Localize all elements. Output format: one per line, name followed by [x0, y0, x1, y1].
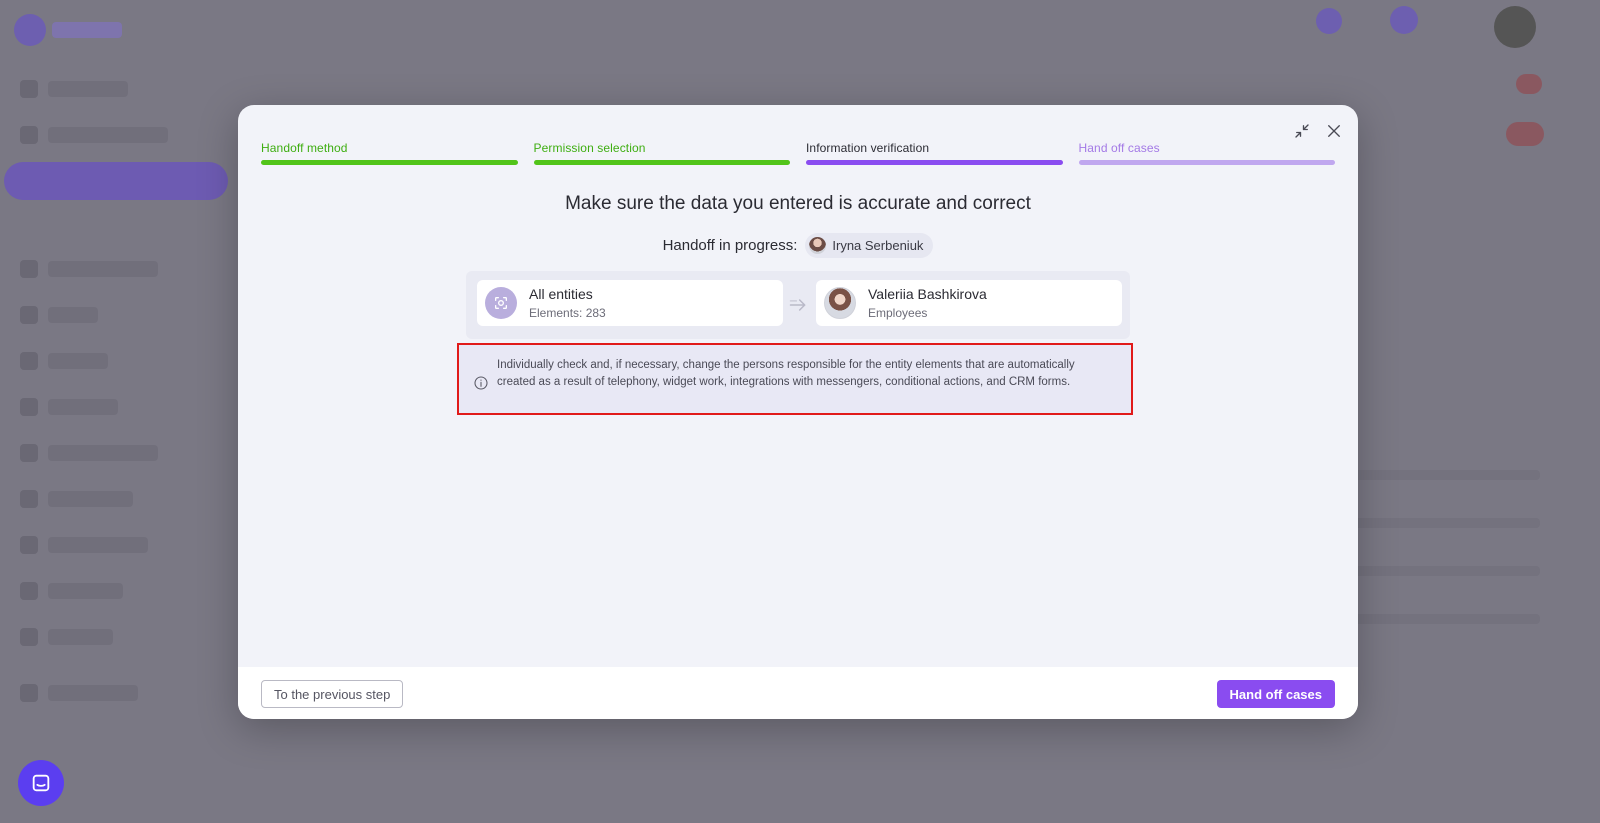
progress-label: Handoff in progress: — [662, 237, 798, 254]
modal-footer: To the previous step Hand off cases — [238, 667, 1358, 719]
bg-badge — [1506, 122, 1544, 146]
step-label: Hand off cases — [1078, 141, 1160, 155]
transfer-arrow-icon — [789, 299, 806, 311]
source-title: All entities — [529, 286, 593, 302]
close-button[interactable] — [1324, 121, 1344, 141]
source-entity-card: All entities Elements: 283 — [477, 280, 783, 326]
person-name: Iryna Serbeniuk — [832, 238, 924, 253]
collapse-icon — [1295, 124, 1309, 138]
target-title: Valeriia Bashkirova — [868, 286, 987, 302]
step-permission-selection[interactable]: Permission selection — [533, 141, 790, 165]
step-progress-bar — [1078, 160, 1335, 165]
user-avatar-bg — [1494, 6, 1536, 48]
target-entity-card: Valeriia Bashkirova Employees — [816, 280, 1122, 326]
chat-launcher-button[interactable] — [18, 760, 64, 806]
step-progress-bar — [533, 160, 790, 165]
chat-icon — [32, 774, 50, 792]
entities-icon — [485, 287, 517, 319]
step-progress-bar — [261, 160, 518, 165]
step-label: Permission selection — [533, 141, 646, 155]
bg-badge — [1516, 74, 1542, 94]
transfer-summary: All entities Elements: 283 Valeriia Bash… — [466, 271, 1130, 339]
app-logo-text — [52, 22, 122, 38]
step-handoff-method[interactable]: Handoff method — [261, 141, 518, 165]
modal-title: Make sure the data you entered is accura… — [565, 193, 1031, 214]
step-progress-bar — [806, 160, 1063, 165]
source-subtitle: Elements: 283 — [529, 306, 606, 320]
bg-sidebar-active — [4, 162, 228, 200]
app-logo — [14, 14, 46, 46]
avatar — [809, 237, 827, 254]
hand-off-cases-button[interactable]: Hand off cases — [1216, 680, 1335, 708]
notice-text: Individually check and, if necessary, ch… — [497, 359, 1075, 388]
step-information-verification[interactable]: Information verification — [806, 141, 1063, 165]
info-notice: Individually check and, if necessary, ch… — [457, 343, 1133, 415]
minimize-button[interactable] — [1292, 121, 1312, 141]
target-subtitle: Employees — [868, 306, 928, 320]
step-label: Information verification — [806, 141, 930, 155]
topbar-icon — [1316, 8, 1342, 34]
step-label: Handoff method — [261, 141, 348, 155]
info-icon — [474, 376, 488, 390]
topbar-icon — [1390, 6, 1418, 34]
previous-step-button[interactable]: To the previous step — [261, 680, 404, 708]
stepper: Handoff method Permission selection Info… — [261, 141, 1335, 165]
handoff-modal: Handoff method Permission selection Info… — [238, 105, 1358, 719]
modal-controls — [1292, 121, 1344, 141]
handoff-progress: Handoff in progress: Iryna Serbeniuk — [238, 233, 1358, 258]
step-hand-off-cases[interactable]: Hand off cases — [1078, 141, 1335, 165]
close-icon — [1328, 125, 1340, 137]
person-chip: Iryna Serbeniuk — [805, 233, 934, 258]
user-avatar — [824, 287, 856, 319]
